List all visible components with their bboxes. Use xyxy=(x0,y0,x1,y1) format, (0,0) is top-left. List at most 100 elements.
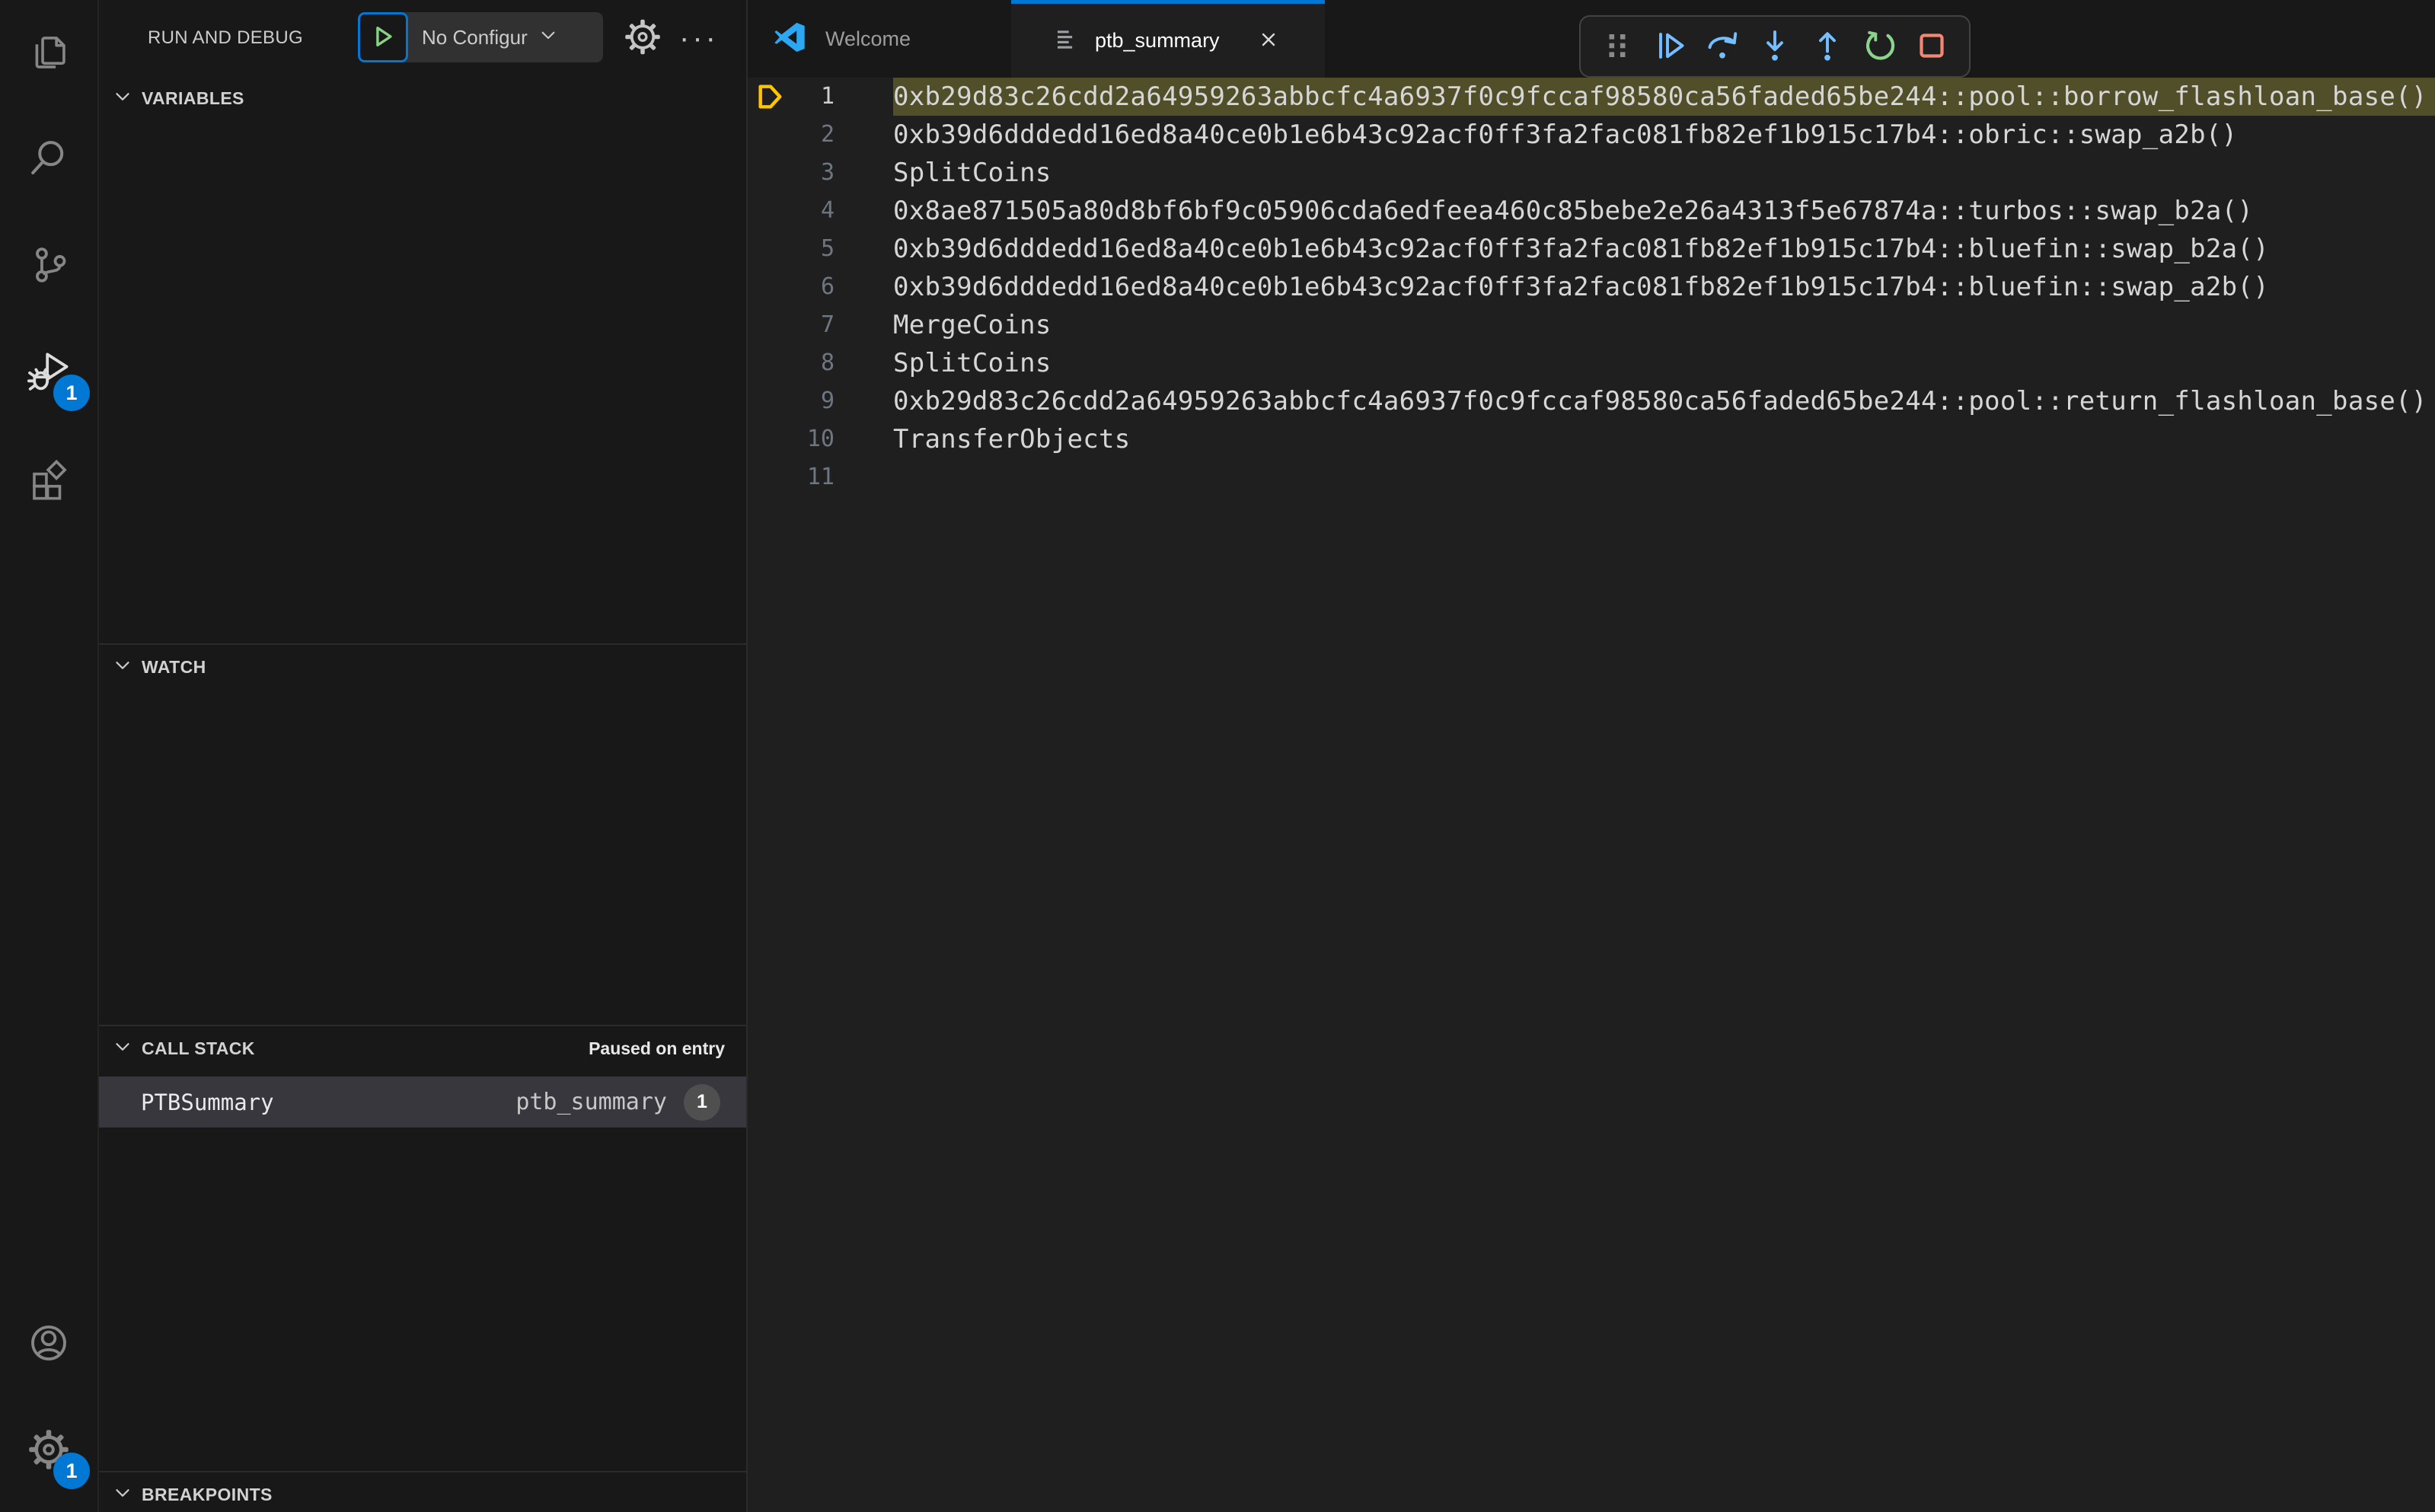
variables-section: VARIABLES xyxy=(99,76,746,643)
grip-dots-icon xyxy=(1599,27,1636,66)
code-line: 3 SplitCoins xyxy=(748,154,2435,192)
code-line: 6 0xb39d6dddedd16ed8a40ce0b1e6b43c92acf0… xyxy=(748,268,2435,306)
activity-item-settings[interactable]: 1 xyxy=(0,1398,97,1504)
activity-bar: 1 1 xyxy=(0,0,99,1512)
call-stack-row[interactable]: PTBSummary ptb_summary 1 xyxy=(99,1077,746,1128)
code-line-text[interactable]: MergeCoins xyxy=(893,306,2435,344)
line-number: 10 xyxy=(806,426,835,452)
breakpoints-section: BREAKPOINTS xyxy=(99,1471,746,1512)
call-stack-section-header[interactable]: CALL STACK Paused on entry xyxy=(99,1026,746,1070)
gutter[interactable]: 2 xyxy=(748,116,893,154)
debug-toolbar xyxy=(1579,15,1971,78)
gutter[interactable]: 4 xyxy=(748,192,893,230)
restart-button[interactable] xyxy=(1862,27,1898,66)
code-line: 5 0xb39d6dddedd16ed8a40ce0b1e6b43c92acf0… xyxy=(748,230,2435,268)
code-line-text[interactable]: 0xb39d6dddedd16ed8a40ce0b1e6b43c92acf0ff… xyxy=(893,230,2435,268)
files-icon xyxy=(27,30,71,78)
sidebar-title: RUN AND DEBUG xyxy=(148,27,303,48)
activity-item-extensions[interactable] xyxy=(0,426,97,533)
line-number: 8 xyxy=(820,349,835,376)
tab-close-button[interactable] xyxy=(1256,27,1281,54)
toolbar-drag-handle[interactable] xyxy=(1599,27,1636,66)
search-icon xyxy=(27,136,71,184)
debug-current-line-pointer-icon xyxy=(755,83,786,114)
continue-button[interactable] xyxy=(1652,27,1688,66)
extensions-icon xyxy=(27,456,71,504)
tab-ptb-summary[interactable]: ptb_summary xyxy=(1011,0,1325,78)
chevron-down-icon xyxy=(111,1035,134,1062)
run-and-debug-sidebar: RUN AND DEBUG No Configur ··· VARIABLES … xyxy=(99,0,748,1512)
code-line-text[interactable] xyxy=(893,458,2435,496)
gutter[interactable]: 10 xyxy=(748,420,893,458)
start-debugging-button[interactable] xyxy=(358,12,408,62)
activity-item-run-and-debug[interactable]: 1 xyxy=(0,320,97,426)
code-editor[interactable]: 1 0xb29d83c26cdd2a64959263abbcfc4a6937f0… xyxy=(748,78,2435,1512)
call-stack-section: CALL STACK Paused on entry PTBSummary pt… xyxy=(99,1025,746,1471)
launch-control: No Configur xyxy=(358,12,603,62)
code-line: 2 0xb39d6dddedd16ed8a40ce0b1e6b43c92acf0… xyxy=(748,116,2435,154)
gutter[interactable]: 7 xyxy=(748,306,893,344)
line-number: 2 xyxy=(820,121,835,148)
gear-icon xyxy=(623,19,662,59)
code-line-text[interactable]: 0xb29d83c26cdd2a64959263abbcfc4a6937f0c9… xyxy=(893,78,2435,116)
debug-session-name: PTBSummary xyxy=(141,1089,274,1115)
thread-count-badge: 1 xyxy=(684,1083,720,1121)
chevron-down-icon xyxy=(111,654,134,681)
line-number: 1 xyxy=(820,83,835,110)
gutter[interactable]: 5 xyxy=(748,230,893,268)
debug-settings-gear-button[interactable] xyxy=(623,18,662,59)
code-line-text[interactable]: SplitCoins xyxy=(893,154,2435,192)
variables-section-header[interactable]: VARIABLES xyxy=(99,76,746,120)
settings-badge: 1 xyxy=(53,1453,90,1489)
activity-item-explorer[interactable] xyxy=(0,0,97,107)
gutter[interactable]: 11 xyxy=(748,458,893,496)
line-number: 7 xyxy=(820,311,835,338)
tab-welcome[interactable]: Welcome xyxy=(748,0,1011,78)
stop-icon xyxy=(1913,27,1950,66)
paused-status-text: Paused on entry xyxy=(589,1038,725,1058)
activity-bar-bottom: 1 xyxy=(0,1291,97,1512)
code-line-text[interactable]: SplitCoins xyxy=(893,344,2435,382)
debug-configuration-select[interactable]: No Configur xyxy=(402,12,603,62)
code-line: 9 0xb29d83c26cdd2a64959263abbcfc4a6937f0… xyxy=(748,382,2435,420)
more-actions-button[interactable]: ··· xyxy=(679,23,719,53)
watch-section: WATCH xyxy=(99,643,746,1025)
code-line: 8 SplitCoins xyxy=(748,344,2435,382)
variables-section-label: VARIABLES xyxy=(142,88,244,108)
line-number: 6 xyxy=(820,273,835,300)
code-line-text[interactable]: 0xb29d83c26cdd2a64959263abbcfc4a6937f0c9… xyxy=(893,382,2435,420)
activity-item-accounts[interactable] xyxy=(0,1291,97,1398)
watch-section-label: WATCH xyxy=(142,656,206,677)
step-out-button[interactable] xyxy=(1809,27,1846,66)
gutter[interactable]: 6 xyxy=(748,268,893,306)
tab-ptb-summary-label: ptb_summary xyxy=(1095,29,1220,52)
gutter[interactable]: 1 xyxy=(748,78,893,116)
gutter[interactable]: 8 xyxy=(748,344,893,382)
code-line: 10 TransferObjects xyxy=(748,420,2435,458)
step-out-icon xyxy=(1809,27,1846,66)
code-line-text[interactable]: 0xb39d6dddedd16ed8a40ce0b1e6b43c92acf0ff… xyxy=(893,116,2435,154)
gutter[interactable]: 3 xyxy=(748,154,893,192)
step-into-button[interactable] xyxy=(1757,27,1793,66)
code-line-text[interactable]: 0x8ae871505a80d8bf6bf9c05906cda6edfeea46… xyxy=(893,192,2435,230)
debug-configuration-label: No Configur xyxy=(422,25,528,49)
chevron-down-icon xyxy=(538,25,558,50)
watch-section-header[interactable]: WATCH xyxy=(99,645,746,689)
vscode-window: 1 1 RUN AND DEBUG No Configur ··· VARIAB… xyxy=(0,0,2435,1512)
activity-item-search[interactable] xyxy=(0,107,97,213)
gutter[interactable]: 9 xyxy=(748,382,893,420)
step-over-button[interactable] xyxy=(1704,27,1741,66)
line-number: 5 xyxy=(820,235,835,262)
play-icon xyxy=(370,24,396,52)
call-stack-row-meta: ptb_summary 1 xyxy=(515,1083,720,1121)
code-line-text[interactable]: TransferObjects xyxy=(893,420,2435,458)
breakpoints-section-header[interactable]: BREAKPOINTS xyxy=(99,1472,746,1512)
code-line-text[interactable]: 0xb39d6dddedd16ed8a40ce0b1e6b43c92acf0ff… xyxy=(893,268,2435,306)
call-stack-section-label: CALL STACK xyxy=(142,1038,255,1058)
close-icon xyxy=(1256,27,1281,54)
activity-bar-top: 1 xyxy=(0,0,97,533)
stop-button[interactable] xyxy=(1913,27,1950,66)
debug-count-badge: 1 xyxy=(53,375,90,411)
activity-item-source-control[interactable] xyxy=(0,213,97,320)
continue-icon xyxy=(1652,27,1688,66)
